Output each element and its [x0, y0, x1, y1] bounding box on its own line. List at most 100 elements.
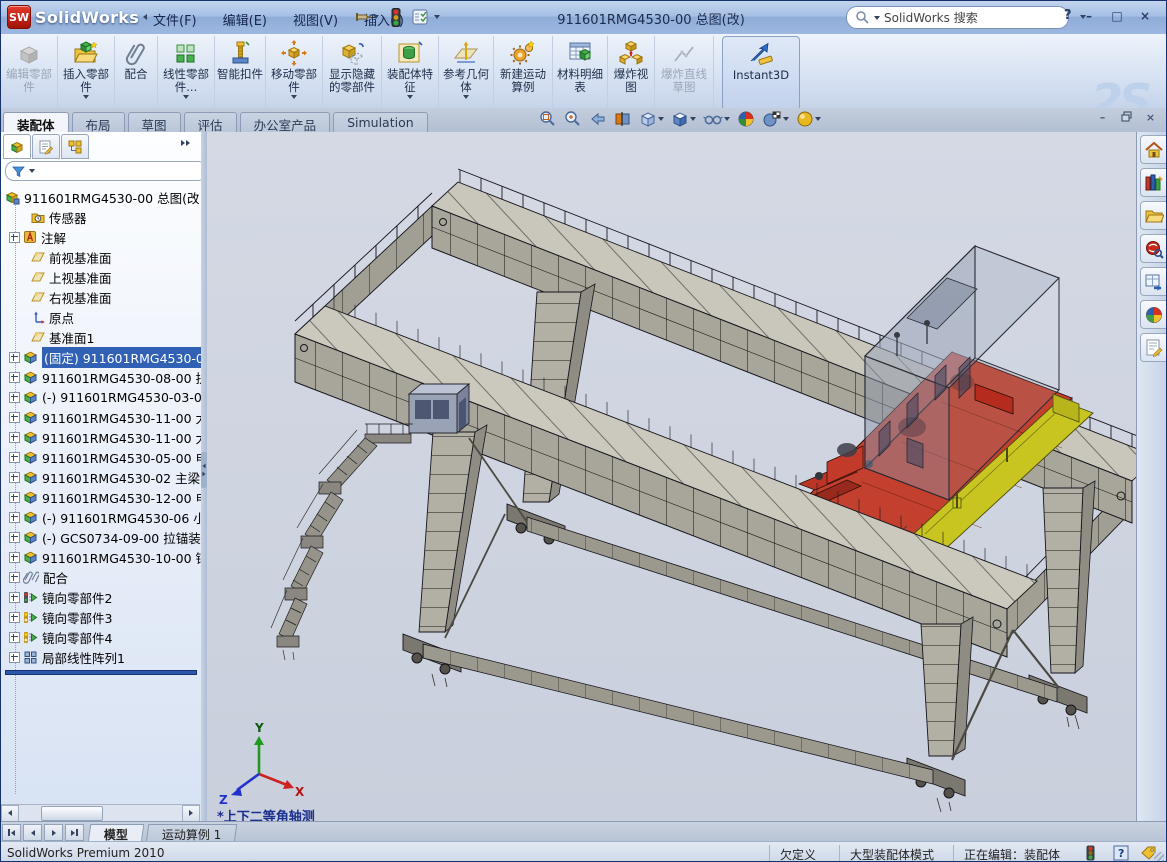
search-dropdown-icon[interactable] [874, 16, 880, 20]
insert-component-button[interactable]: 插入零部件 [58, 36, 115, 108]
minimize-button[interactable]: – [1076, 8, 1102, 25]
expand-icon[interactable] [9, 572, 20, 583]
tab-sketch[interactable]: 草图 [128, 112, 181, 134]
custom-properties-tab[interactable] [1140, 333, 1167, 362]
close-button[interactable]: × [1132, 8, 1158, 25]
tab-office-products[interactable]: 办公室产品 [240, 112, 331, 134]
previous-view-icon[interactable] [589, 110, 607, 128]
expand-icon[interactable] [9, 472, 20, 483]
solidworks-search-tab[interactable] [1140, 234, 1167, 263]
view-palette-tab[interactable] [1140, 267, 1167, 296]
view-orientation-dropdown-icon[interactable] [658, 117, 664, 121]
expand-icon[interactable] [9, 632, 20, 643]
front-sill-beam[interactable] [423, 644, 933, 784]
expand-icon[interactable] [9, 412, 20, 423]
pin-menu-icon[interactable] [353, 8, 379, 26]
expand-icon[interactable] [9, 592, 20, 603]
last-sheet-icon[interactable] [65, 824, 84, 841]
reference-geometry-dropdown-icon[interactable] [463, 95, 469, 99]
maximize-button[interactable]: □ [1104, 8, 1130, 25]
tree-item-component[interactable]: 911601RMG4530-11-00 大 [1, 427, 201, 447]
expand-icon[interactable] [9, 492, 20, 503]
front-left-leg[interactable] [403, 425, 487, 687]
tree-item-plane1[interactable]: 基准面1 [1, 327, 201, 347]
tab-evaluate[interactable]: 评估 [184, 112, 237, 134]
pin-dropdown-icon[interactable] [373, 15, 379, 19]
display-style-icon[interactable] [671, 110, 696, 128]
insert-component-dropdown-icon[interactable] [83, 95, 89, 99]
tree-item-component[interactable]: 911601RMG4530-12-00 电 [1, 487, 201, 507]
view-orientation-icon[interactable] [639, 110, 664, 128]
linear-pattern-dropdown-icon[interactable] [183, 95, 189, 99]
scrollbar-thumb[interactable] [41, 806, 103, 821]
crane-3d-model[interactable]: Y X Z [207, 132, 1136, 821]
assembly-features-dropdown-icon[interactable] [407, 95, 413, 99]
file-explorer-tab[interactable] [1140, 201, 1167, 230]
tree-item-component[interactable]: 911601RMG4530-08-00 扶 [1, 367, 201, 387]
hide-show-dropdown-icon[interactable] [724, 117, 730, 121]
tree-item-right-plane[interactable]: 右视基准面 [1, 287, 201, 307]
move-component-dropdown-icon[interactable] [291, 95, 297, 99]
tree-item-annotations[interactable]: 注解 [1, 227, 201, 247]
options-checklist-icon[interactable] [411, 8, 440, 26]
expand-icon[interactable] [9, 432, 20, 443]
move-component-button[interactable]: 移动零部件 [266, 36, 323, 108]
edit-appearance-icon[interactable] [737, 110, 755, 128]
view-settings-icon[interactable] [796, 110, 821, 128]
tab-layout[interactable]: 布局 [72, 112, 125, 134]
hide-show-items-icon[interactable] [703, 110, 730, 128]
property-manager-tab[interactable] [32, 134, 60, 159]
show-hidden-components-button[interactable]: 显示隐藏的零部件 [323, 36, 382, 108]
design-library-tab[interactable] [1140, 168, 1167, 197]
first-sheet-icon[interactable] [2, 824, 21, 841]
appearances-tab[interactable] [1140, 300, 1167, 329]
tree-item-component[interactable]: (-) 911601RMG4530-03-00 [1, 387, 201, 407]
next-sheet-icon[interactable] [44, 824, 63, 841]
expand-icon[interactable] [9, 512, 20, 523]
doc-restore-button[interactable] [1119, 111, 1134, 125]
reference-geometry-button[interactable]: 参考几何体 [439, 36, 494, 108]
tree-item-component[interactable]: (-) 911601RMG4530-06 小 [1, 507, 201, 527]
menu-edit[interactable]: 编辑(E) [213, 8, 277, 31]
tree-item-local-pattern[interactable]: 局部线性阵列1 [1, 647, 201, 667]
new-motion-study-button[interactable]: 新建运动算例 [494, 36, 553, 108]
section-view-icon[interactable] [614, 110, 632, 128]
tree-item-component-fixed[interactable]: (固定) 911601RMG4530-01 [1, 347, 201, 367]
panel-expand-chevron-icon[interactable] [181, 140, 190, 146]
expand-icon[interactable] [9, 552, 20, 563]
expand-icon[interactable] [9, 532, 20, 543]
expand-icon[interactable] [9, 652, 20, 663]
tree-item-front-plane[interactable]: 前视基准面 [1, 247, 201, 267]
assembly-features-button[interactable]: 装配体特征 [382, 36, 439, 108]
scroll-left-icon[interactable] [1, 805, 19, 822]
tree-item-mates[interactable]: 配合 [1, 567, 201, 587]
menu-view[interactable]: 视图(V) [283, 8, 348, 31]
tree-item-mirror-component[interactable]: 镜向零部件3 [1, 607, 201, 627]
tree-filter-input[interactable] [5, 161, 202, 181]
view-settings-dropdown-icon[interactable] [815, 117, 821, 121]
tree-root[interactable]: 911601RMG4530-00 总图(改 [1, 187, 201, 207]
quick-tips-icon[interactable]: ? [1113, 845, 1129, 862]
resize-grip[interactable] [1154, 852, 1164, 862]
expand-icon[interactable] [9, 452, 20, 463]
expand-icon[interactable] [9, 612, 20, 623]
apply-scene-dropdown-icon[interactable] [783, 117, 789, 121]
graphics-viewport[interactable]: Y X Z *上下二等角轴测 [207, 132, 1136, 821]
tab-simulation[interactable]: Simulation [333, 112, 428, 134]
tree-item-top-plane[interactable]: 上视基准面 [1, 267, 201, 287]
tree-item-component[interactable]: 911601RMG4530-02 主梁 [1, 467, 201, 487]
operator-cab[interactable] [409, 384, 469, 433]
tree-item-origin[interactable]: 原点 [1, 307, 201, 327]
mate-button[interactable]: 配合 [115, 36, 158, 108]
tree-item-component[interactable]: (-) GCS0734-09-00 拉锚装 [1, 527, 201, 547]
checklist-dropdown-icon[interactable] [434, 15, 440, 19]
display-style-dropdown-icon[interactable] [690, 117, 696, 121]
access-stairs[interactable] [271, 430, 377, 660]
tab-assembly[interactable]: 装配体 [3, 112, 69, 134]
scroll-right-icon[interactable] [182, 805, 200, 822]
expand-icon[interactable] [9, 392, 20, 403]
prev-sheet-icon[interactable] [23, 824, 42, 841]
expand-icon[interactable] [9, 352, 20, 363]
configuration-manager-tab[interactable] [61, 134, 89, 159]
tree-item-component[interactable]: 911601RMG4530-11-00 大 [1, 407, 201, 427]
